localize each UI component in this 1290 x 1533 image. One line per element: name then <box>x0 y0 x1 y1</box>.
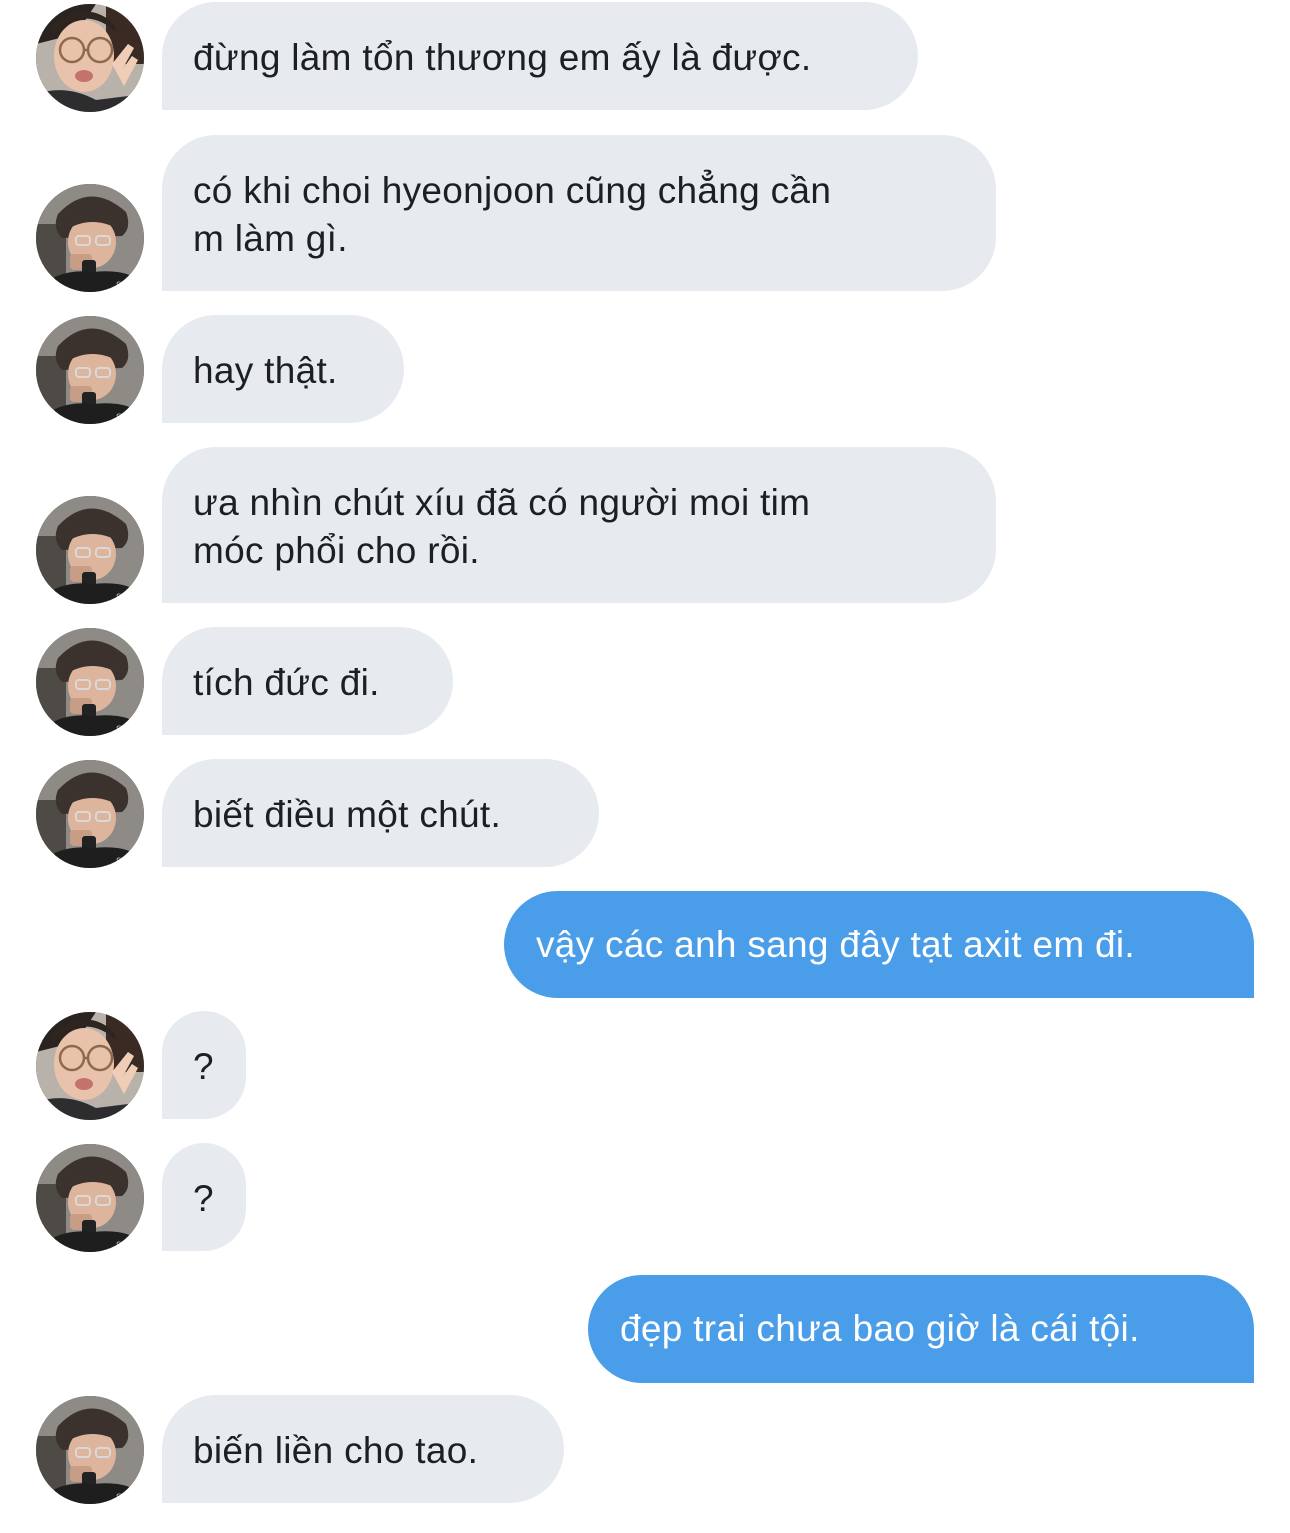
message-bubble-incoming[interactable]: biến liền cho tao. <box>162 1395 564 1503</box>
message-bubble-incoming[interactable]: hay thật. <box>162 315 404 423</box>
message-bubble-incoming[interactable]: đừng làm tổn thương em ấy là được. <box>162 2 918 110</box>
message-bubble-incoming[interactable]: ưa nhìn chút xíu đã có người moi tim móc… <box>162 447 996 603</box>
message-bubble-incoming[interactable]: có khi choi hyeonjoon cũng chẳng cần m l… <box>162 135 996 291</box>
avatar[interactable] <box>36 1012 144 1120</box>
message-bubble-incoming[interactable]: ? <box>162 1011 246 1119</box>
avatar[interactable] <box>36 184 144 292</box>
message-bubble-outgoing[interactable]: đẹp trai chưa bao giờ là cái tội. <box>588 1275 1254 1383</box>
message-bubble-outgoing[interactable]: vậy các anh sang đây tạt axit em đi. <box>504 891 1254 998</box>
message-bubble-incoming[interactable]: biết điều một chút. <box>162 759 599 867</box>
avatar[interactable] <box>36 496 144 604</box>
message-bubble-incoming[interactable]: ? <box>162 1143 246 1251</box>
avatar[interactable] <box>36 1396 144 1504</box>
avatar[interactable] <box>36 1144 144 1252</box>
avatar[interactable] <box>36 316 144 424</box>
avatar[interactable] <box>36 628 144 736</box>
avatar[interactable] <box>36 4 144 112</box>
avatar[interactable] <box>36 760 144 868</box>
message-bubble-incoming[interactable]: tích đức đi. <box>162 627 453 735</box>
